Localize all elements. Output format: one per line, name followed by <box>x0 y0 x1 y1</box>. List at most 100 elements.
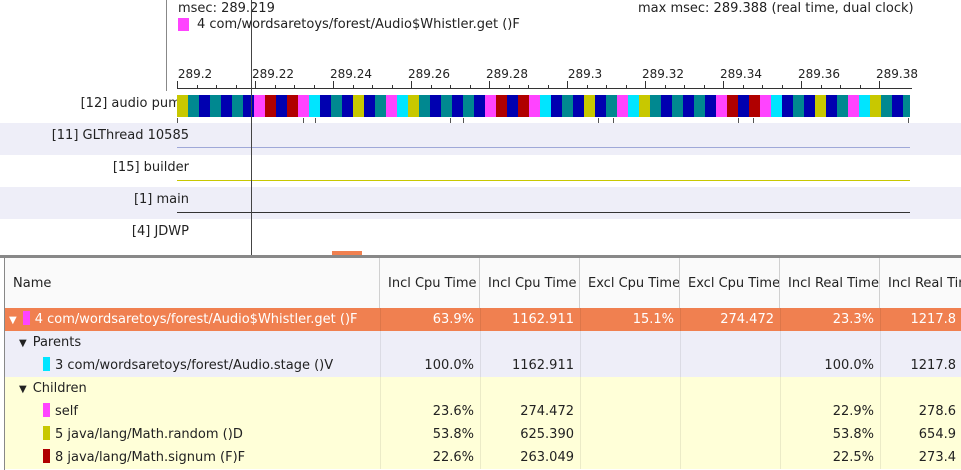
method-segment[interactable] <box>463 95 474 117</box>
method-segment[interactable] <box>661 95 672 117</box>
method-segment[interactable] <box>496 95 507 117</box>
method-segment[interactable] <box>595 95 606 117</box>
method-segment[interactable] <box>738 95 749 117</box>
thread-activity-line[interactable] <box>177 180 910 181</box>
method-segment[interactable] <box>793 95 804 117</box>
method-segment[interactable] <box>441 95 452 117</box>
method-segment[interactable] <box>529 95 540 117</box>
method-segment[interactable] <box>870 95 881 117</box>
thread-activity-strip[interactable] <box>177 95 910 117</box>
method-segment[interactable] <box>859 95 870 117</box>
method-segment[interactable] <box>903 95 910 117</box>
method-segment[interactable] <box>606 95 617 117</box>
expand-triangle-icon[interactable]: ▼ <box>19 378 27 400</box>
method-segment[interactable] <box>881 95 892 117</box>
method-segment[interactable] <box>749 95 760 117</box>
method-segment[interactable] <box>650 95 661 117</box>
table-row[interactable]: self 23.6% 274.472 22.9% 278.6 <box>5 400 961 423</box>
method-segment[interactable] <box>331 95 342 117</box>
column-header-excl-cpu-time[interactable]: Excl Cpu Time <box>680 258 780 308</box>
method-segment[interactable] <box>507 95 518 117</box>
time-cursor-line[interactable] <box>251 0 252 256</box>
method-segment[interactable] <box>276 95 287 117</box>
method-segment[interactable] <box>628 95 639 117</box>
method-segment[interactable] <box>584 95 595 117</box>
column-header-incl-real-time[interactable]: Incl Real Tim <box>880 258 961 308</box>
column-header-incl-cpu-pct[interactable]: Incl Cpu Time <box>380 258 480 308</box>
method-segment[interactable] <box>364 95 375 117</box>
method-segment[interactable] <box>617 95 628 117</box>
method-segment[interactable] <box>694 95 705 117</box>
table-row[interactable]: 3 com/wordsaretoys/forest/Audio.stage ()… <box>5 354 961 377</box>
method-segment[interactable] <box>232 95 243 117</box>
thread-activity-line[interactable] <box>177 147 910 148</box>
thread-label: [1] main <box>133 192 189 207</box>
method-segment[interactable] <box>298 95 309 117</box>
thread-activity-line[interactable] <box>177 212 910 213</box>
table-row[interactable]: ▼ Parents <box>5 331 961 354</box>
column-header-name[interactable]: Name <box>5 258 380 308</box>
method-segment[interactable] <box>177 95 188 117</box>
method-segment[interactable] <box>309 95 320 117</box>
method-segment[interactable] <box>892 95 903 117</box>
method-segment[interactable] <box>826 95 837 117</box>
method-segment[interactable] <box>419 95 430 117</box>
thread-row[interactable]: [12] audio pump <box>0 91 961 125</box>
method-segment[interactable] <box>221 95 232 117</box>
method-segment[interactable] <box>243 95 254 117</box>
method-segment[interactable] <box>540 95 551 117</box>
method-segment[interactable] <box>265 95 276 117</box>
method-segment[interactable] <box>705 95 716 117</box>
thread-timeline[interactable]: [12] audio pump [11] GLThread 10585 [15] b… <box>0 91 961 255</box>
column-header-incl-cpu-time[interactable]: Incl Cpu Time <box>480 258 580 308</box>
table-row[interactable]: ▼ 4 com/wordsaretoys/forest/Audio$Whistle… <box>5 308 961 331</box>
method-segment[interactable] <box>562 95 573 117</box>
method-segment[interactable] <box>452 95 463 117</box>
expand-triangle-icon[interactable]: ▼ <box>9 309 17 331</box>
method-segment[interactable] <box>551 95 562 117</box>
metric-cell: 278.6 <box>918 404 956 419</box>
method-segment[interactable] <box>188 95 199 117</box>
expand-triangle-icon[interactable]: ▼ <box>19 332 27 354</box>
method-segment[interactable] <box>518 95 529 117</box>
method-segment[interactable] <box>353 95 364 117</box>
method-segment[interactable] <box>771 95 782 117</box>
method-segment[interactable] <box>397 95 408 117</box>
method-segment[interactable] <box>408 95 419 117</box>
method-segment[interactable] <box>672 95 683 117</box>
method-segment[interactable] <box>430 95 441 117</box>
time-ruler[interactable]: 289.2 289.22 289.24 289.26 289.28 289.3 289.32… <box>0 0 961 92</box>
table-row[interactable]: 8 java/lang/Math.signum (F)F 22.6% 263.049… <box>5 446 961 469</box>
method-segment[interactable] <box>716 95 727 117</box>
thread-row[interactable]: [15] builder <box>0 155 961 187</box>
method-segment[interactable] <box>485 95 496 117</box>
method-segment[interactable] <box>848 95 859 117</box>
method-segment[interactable] <box>210 95 221 117</box>
thread-row[interactable]: [11] GLThread 10585 <box>0 123 961 155</box>
column-header-excl-cpu-pct[interactable]: Excl Cpu Time <box>580 258 680 308</box>
method-segment[interactable] <box>837 95 848 117</box>
method-segment[interactable] <box>375 95 386 117</box>
method-segment[interactable] <box>639 95 650 117</box>
method-segment[interactable] <box>782 95 793 117</box>
method-segment[interactable] <box>254 95 265 117</box>
method-segment[interactable] <box>804 95 815 117</box>
method-segment[interactable] <box>287 95 298 117</box>
method-segment[interactable] <box>474 95 485 117</box>
method-segment[interactable] <box>760 95 771 117</box>
method-segment[interactable] <box>727 95 738 117</box>
method-segment[interactable] <box>320 95 331 117</box>
thread-row[interactable]: [1] main <box>0 187 961 219</box>
column-header-incl-real-pct[interactable]: Incl Real Time <box>780 258 880 308</box>
method-segment[interactable] <box>815 95 826 117</box>
column-separator <box>580 377 581 400</box>
method-segment[interactable] <box>386 95 397 117</box>
table-row[interactable]: 5 java/lang/Math.random ()D 53.8% 625.390 5… <box>5 423 961 446</box>
method-segment[interactable] <box>573 95 584 117</box>
table-row[interactable]: ▼ Children <box>5 377 961 400</box>
method-segment[interactable] <box>199 95 210 117</box>
method-segment[interactable] <box>342 95 353 117</box>
thread-row[interactable]: [4] JDWP <box>0 219 961 251</box>
method-name: Children <box>32 381 87 396</box>
method-segment[interactable] <box>683 95 694 117</box>
